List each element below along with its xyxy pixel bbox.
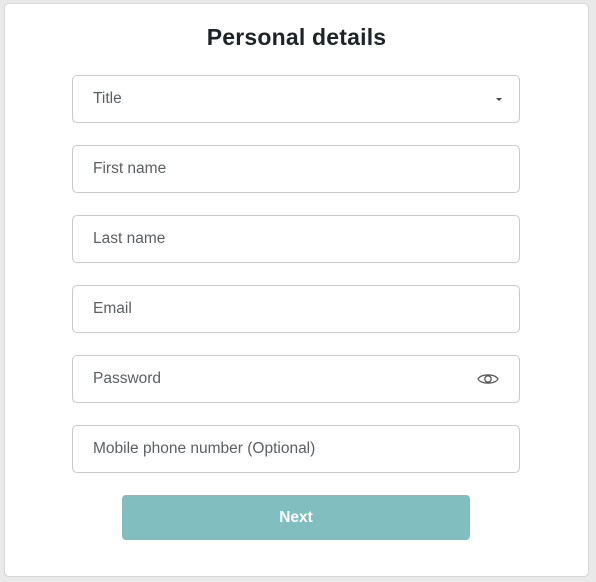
last-name-field[interactable]: Last name xyxy=(72,215,520,263)
eye-icon[interactable] xyxy=(477,371,499,387)
mobile-phone-field[interactable]: Mobile phone number (Optional) xyxy=(72,425,520,473)
password-placeholder: Password xyxy=(93,370,162,387)
personal-details-card: Personal details Title First name Last n… xyxy=(4,3,589,577)
email-placeholder: Email xyxy=(93,300,132,317)
first-name-placeholder: First name xyxy=(93,160,167,177)
mobile-phone-placeholder: Mobile phone number (Optional) xyxy=(93,440,316,457)
email-field[interactable]: Email xyxy=(72,285,520,333)
page-title: Personal details xyxy=(206,24,387,50)
last-name-placeholder: Last name xyxy=(93,230,166,247)
chevron-down-icon xyxy=(496,98,502,101)
password-field[interactable]: Password xyxy=(72,355,520,403)
title-placeholder: Title xyxy=(93,90,122,107)
next-button[interactable]: Next xyxy=(122,495,470,540)
first-name-field[interactable]: First name xyxy=(72,145,520,193)
title-select[interactable]: Title xyxy=(72,75,520,123)
